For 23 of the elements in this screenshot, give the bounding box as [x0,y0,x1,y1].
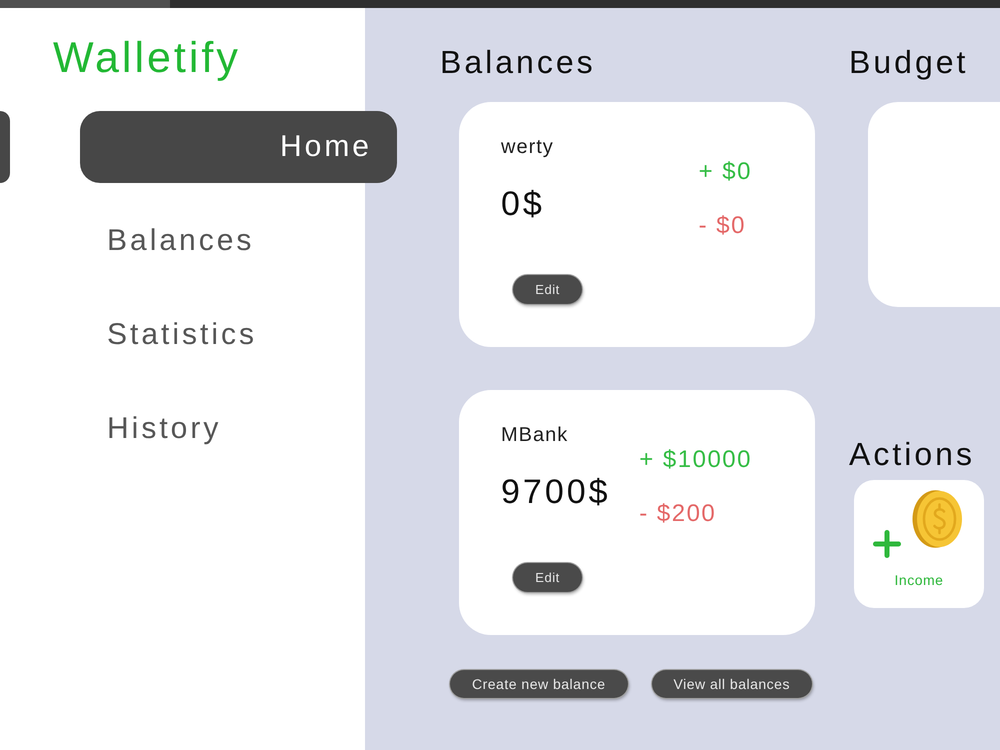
view-balances-button[interactable]: View all balances [652,670,812,698]
app-logo: Walletify [53,33,241,84]
plus-icon [873,530,901,558]
nav-item[interactable]: History [80,393,397,465]
income-amount: + $0 [698,157,752,187]
section-title: Actions [849,435,975,473]
balance-amount: 9700$ [501,472,611,512]
account-name: werty [501,135,554,159]
section-title: Balances [440,43,596,81]
balance-amount: 0$ [501,184,545,224]
edit-button[interactable]: Edit [513,275,582,304]
dark-edge-shape [0,111,10,183]
nav-item[interactable]: Home [80,111,397,183]
income-amount: + $10000 [639,445,752,475]
nav-item[interactable]: Statistics [80,299,397,371]
expense-amount: - $0 [698,211,746,241]
coin-icon [912,490,962,548]
edit-button[interactable]: Edit [513,563,582,592]
account-name: MBank [501,423,568,447]
section-title: Budget [849,43,968,81]
create-balance-button[interactable]: Create new balance [450,670,628,698]
expense-amount: - $200 [639,499,716,529]
nav-item[interactable]: Balances [80,205,397,277]
